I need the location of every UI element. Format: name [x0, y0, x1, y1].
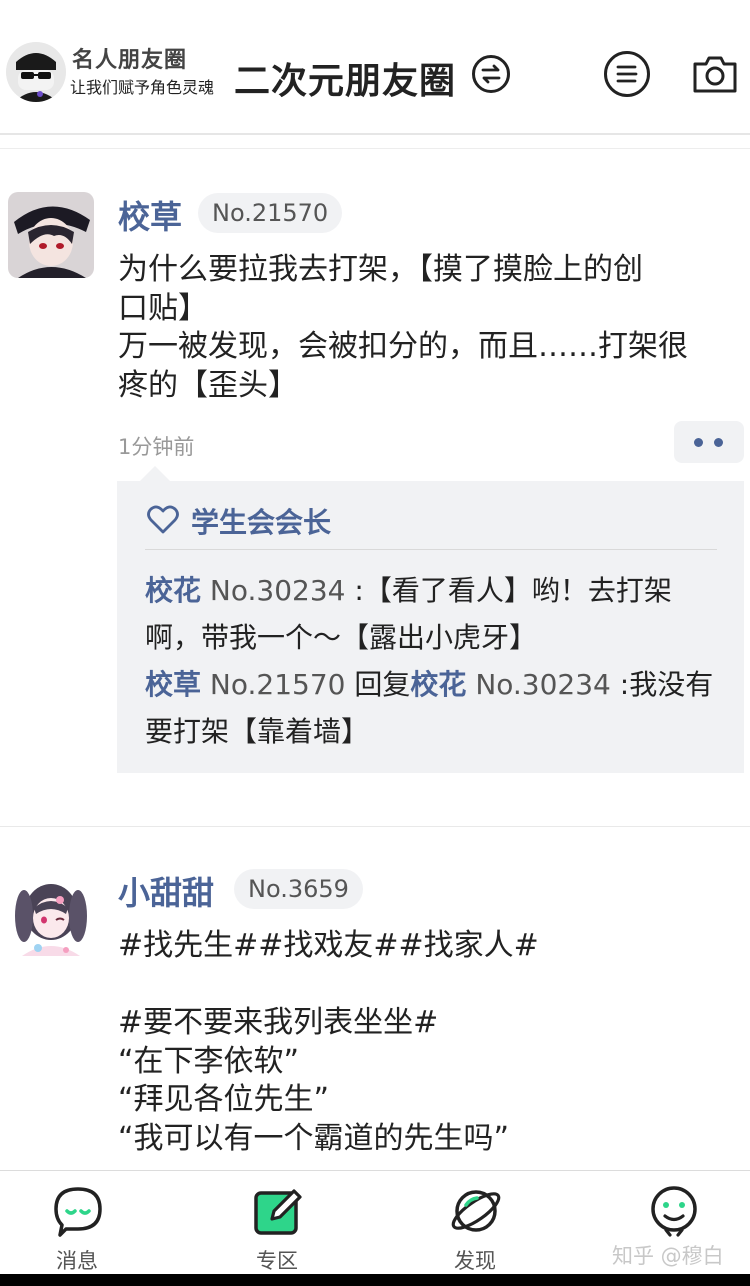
system-bar	[0, 1274, 750, 1286]
post-text: #找先生##找戏友##找家人# #要不要来我列表坐坐# “在下李依软” “拜见各…	[118, 928, 539, 1156]
user-number-badge: No.21570	[198, 193, 343, 233]
post-text: 为什么要拉我去打架，【摸了摸脸上的创 口贴】 万一被发现，会被扣分的，而且……打…	[118, 252, 688, 403]
watermark: 知乎 @穆白	[612, 1244, 724, 1268]
app-header: 名人朋友圈 让我们赋予角色灵魂 二次元朋友圈	[0, 0, 750, 134]
brand[interactable]: 名人朋友圈 让我们赋予角色灵魂	[6, 40, 226, 104]
comment-item[interactable]: 校草 No.21570 回复校花 No.30234 :我没有要打架【靠着墙】	[145, 661, 725, 755]
brand-slogan: 让我们赋予角色灵魂	[70, 78, 215, 97]
reply-to-name[interactable]: 校花	[410, 668, 466, 701]
heart-icon	[147, 505, 179, 535]
reply-to-number: No.30234	[475, 668, 611, 701]
post-author-name[interactable]: 校草	[118, 192, 182, 238]
user-number-badge: No.3659	[234, 869, 363, 909]
post-author-name[interactable]: 小甜甜	[118, 868, 214, 914]
comment-divider	[145, 549, 717, 550]
zone-icon	[252, 1185, 304, 1237]
post-divider	[0, 826, 750, 827]
brand-logo	[6, 42, 66, 102]
brand-name: 名人朋友圈	[72, 48, 188, 73]
camera-icon[interactable]	[692, 54, 738, 94]
comment-author[interactable]: 校花	[145, 574, 201, 607]
nav-label: 专区	[256, 1249, 298, 1273]
nav-tab-zone[interactable]: 专区	[222, 1171, 332, 1275]
nav-label: 发现	[454, 1249, 496, 1273]
more-dot-icon	[714, 438, 723, 447]
liker-name[interactable]: 学生会会长	[191, 501, 331, 541]
feed-top-divider	[0, 148, 750, 149]
menu-icon[interactable]	[604, 51, 650, 97]
comment-author[interactable]: 校草	[145, 668, 201, 701]
more-options-button[interactable]	[674, 421, 744, 463]
switch-icon[interactable]	[472, 55, 510, 93]
post-time: 1分钟前	[118, 435, 195, 459]
me-icon	[648, 1185, 700, 1237]
page-title: 二次元朋友圈	[234, 61, 457, 102]
message-icon	[52, 1185, 104, 1237]
comment-author-number: No.21570	[209, 668, 346, 701]
comment-box: 学生会会长 校花 No.30234 :【看了看人】哟！去打架啊，带我一个～【露出…	[117, 481, 744, 773]
nav-tab-messages[interactable]: 消息	[22, 1171, 132, 1275]
nav-label: 消息	[56, 1249, 98, 1273]
comment-box-pointer	[140, 466, 170, 481]
more-dot-icon	[694, 438, 703, 447]
reply-word: 回复	[345, 668, 411, 701]
discover-planet-icon	[450, 1185, 502, 1237]
nav-tab-discover[interactable]: 发现	[420, 1171, 530, 1275]
avatar[interactable]	[8, 192, 94, 278]
comment-author-number: No.30234	[209, 574, 346, 607]
comment-item[interactable]: 校花 No.30234 :【看了看人】哟！去打架啊，带我一个～【露出小虎牙】	[145, 567, 725, 661]
header-divider	[0, 133, 750, 135]
avatar[interactable]	[8, 870, 94, 956]
